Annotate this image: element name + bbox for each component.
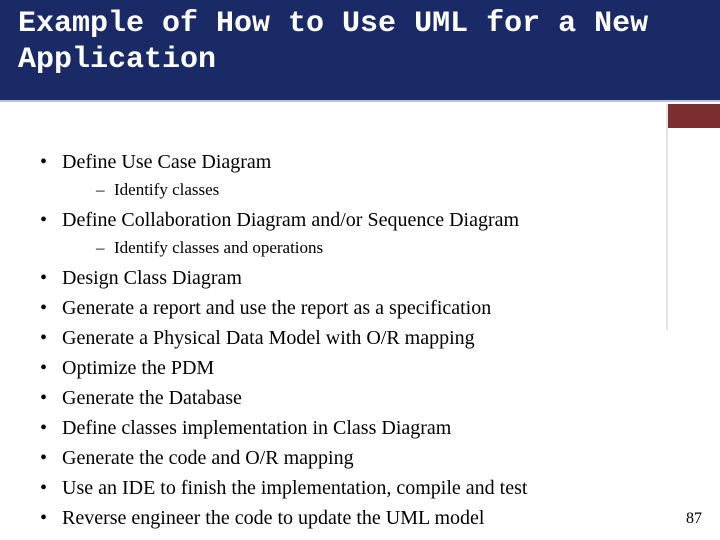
bullet-item: Generate a Physical Data Model with O/R … <box>40 324 690 352</box>
bullet-item: Reverse engineer the code to update the … <box>40 504 690 532</box>
bullet-item: Define classes implementation in Class D… <box>40 414 690 442</box>
title-underline <box>0 100 720 102</box>
title-band: Example of How to Use UML for a New Appl… <box>0 0 720 102</box>
bullet-text: Define Collaboration Diagram and/or Sequ… <box>62 209 519 231</box>
bullet-text: Optimize the PDM <box>62 357 214 379</box>
page-number: 87 <box>686 510 702 528</box>
bullet-item: Design Class Diagram <box>40 264 690 292</box>
bullet-text: Design Class Diagram <box>62 267 242 289</box>
bullet-text: Define Use Case Diagram <box>62 151 271 173</box>
bullet-item: Define Collaboration Diagram and/or Sequ… <box>40 206 690 260</box>
bullet-text: Reverse engineer the code to update the … <box>62 507 484 529</box>
slide: Example of How to Use UML for a New Appl… <box>0 0 720 540</box>
bullet-item: Define Use Case Diagram Identify classes <box>40 148 690 202</box>
bullet-item: Generate the Database <box>40 384 690 412</box>
bullet-item: Generate a report and use the report as … <box>40 294 690 322</box>
bullet-item: Optimize the PDM <box>40 354 690 382</box>
bullet-item: Generate the code and O/R mapping <box>40 444 690 472</box>
bullet-text: Generate a Physical Data Model with O/R … <box>62 327 475 349</box>
bullet-text: Generate the Database <box>62 387 242 409</box>
sub-list: Identify classes and operations <box>96 236 690 260</box>
bullet-item: Use an IDE to finish the implementation,… <box>40 474 690 502</box>
accent-box <box>668 104 720 128</box>
sub-item: Identify classes and operations <box>96 236 690 260</box>
bullet-text: Use an IDE to finish the implementation,… <box>62 477 527 499</box>
title-container: Example of How to Use UML for a New Appl… <box>18 6 700 78</box>
slide-title: Example of How to Use UML for a New Appl… <box>18 6 700 78</box>
bullet-list: Define Use Case Diagram Identify classes… <box>40 148 690 532</box>
sub-item: Identify classes <box>96 178 690 202</box>
sub-text: Identify classes and operations <box>114 238 323 257</box>
bullet-text: Define classes implementation in Class D… <box>62 417 451 439</box>
content-area: Define Use Case Diagram Identify classes… <box>40 148 690 534</box>
bullet-text: Generate a report and use the report as … <box>62 297 491 319</box>
sub-text: Identify classes <box>114 180 219 199</box>
bullet-text: Generate the code and O/R mapping <box>62 447 354 469</box>
sub-list: Identify classes <box>96 178 690 202</box>
